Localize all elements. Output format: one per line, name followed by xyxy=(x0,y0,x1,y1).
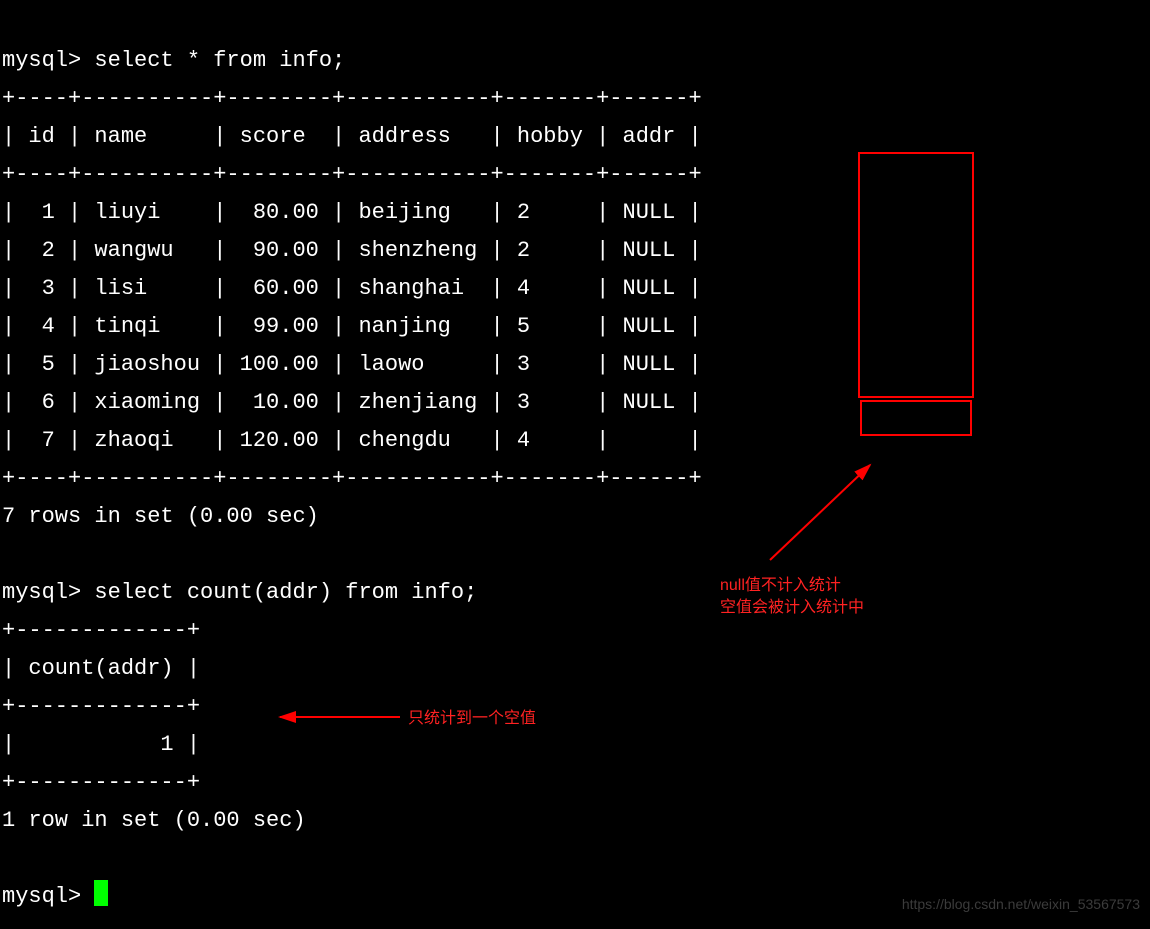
table-row: | 7 | zhaoqi | 120.00 | chengdu | 4 | | xyxy=(2,428,702,453)
count-header: | count(addr) | xyxy=(2,656,200,681)
table-row: | 6 | xiaoming | 10.00 | zhenjiang | 3 |… xyxy=(2,390,702,415)
query-line-1: mysql> select * from info; xyxy=(2,48,345,73)
small-separator: +-------------+ xyxy=(2,618,200,643)
prompt[interactable]: mysql> xyxy=(2,884,94,909)
table-row: | 4 | tinqi | 99.00 | nanjing | 5 | NULL… xyxy=(2,314,702,339)
count-value: | 1 | xyxy=(2,732,200,757)
watermark: https://blog.csdn.net/weixin_53567573 xyxy=(902,885,1140,923)
rows-message: 1 row in set (0.00 sec) xyxy=(2,808,306,833)
table-separator: +----+----------+--------+-----------+--… xyxy=(2,162,702,187)
terminal-output: mysql> select * from info; +----+-------… xyxy=(0,0,1150,920)
small-separator: +-------------+ xyxy=(2,770,200,795)
table-row: | 3 | lisi | 60.00 | shanghai | 4 | NULL… xyxy=(2,276,702,301)
query-line-2: mysql> select count(addr) from info; xyxy=(2,580,477,605)
table-separator: +----+----------+--------+-----------+--… xyxy=(2,466,702,491)
table-header: | id | name | score | address | hobby | … xyxy=(2,124,702,149)
table-row: | 5 | jiaoshou | 100.00 | laowo | 3 | NU… xyxy=(2,352,702,377)
table-row: | 2 | wangwu | 90.00 | shenzheng | 2 | N… xyxy=(2,238,702,263)
rows-message: 7 rows in set (0.00 sec) xyxy=(2,504,319,529)
cursor-icon xyxy=(94,880,108,906)
small-separator: +-------------+ xyxy=(2,694,200,719)
table-row: | 1 | liuyi | 80.00 | beijing | 2 | NULL… xyxy=(2,200,702,225)
table-separator: +----+----------+--------+-----------+--… xyxy=(2,86,702,111)
